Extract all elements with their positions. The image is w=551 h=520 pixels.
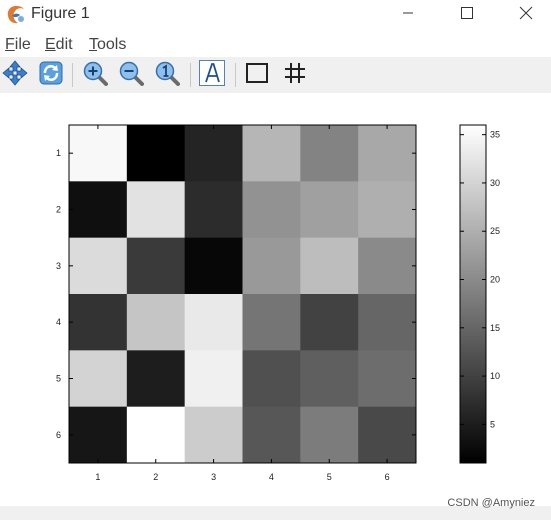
colorbar [459, 124, 487, 464]
figure-canvas: 1 2 3 4 5 6 1 2 3 4 5 6 5 10 15 20 25 30 35 [0, 93, 551, 506]
grid-toggle-icon [282, 60, 308, 91]
heatmap-cell-r4-c3 [184, 294, 243, 351]
window-title: Figure 1 [31, 5, 90, 22]
heatmap-cell-r1-c2 [126, 125, 186, 182]
menu-file[interactable]: File [5, 36, 31, 54]
menu-bar: File Edit Tools [0, 34, 551, 56]
y-tick-label: 6 [56, 430, 61, 440]
heatmap-cell-r5-c1 [69, 350, 128, 408]
heatmap-cell-r1-c3 [184, 125, 243, 182]
heatmap-cell-r3-c6 [358, 237, 417, 295]
close-icon [519, 6, 533, 25]
y-tick-label: 1 [56, 148, 61, 158]
heatmap-cell-r6-c1 [69, 406, 128, 464]
heatmap-cell-r4-c5 [300, 294, 359, 351]
heatmap-cell-r6-c3 [184, 406, 243, 464]
colorbar-tick-label: 10 [490, 371, 500, 381]
x-tick-label: 2 [153, 472, 158, 482]
heatmap-cell-r3-c3 [184, 237, 243, 295]
menu-file-label: ile [14, 36, 31, 53]
pan-button[interactable] [0, 59, 30, 91]
colorbar-tick-label: 20 [490, 275, 500, 285]
y-tick-label: 5 [56, 374, 61, 384]
heatmap-cell-r3-c1 [69, 237, 128, 295]
x-tick-label: 3 [211, 472, 216, 482]
minimize-button[interactable] [385, 0, 431, 30]
watermark: CSDN @Amyniez [447, 497, 535, 509]
zoom-out-icon [118, 60, 144, 91]
y-tick-label: 2 [56, 205, 61, 215]
close-button[interactable] [503, 0, 549, 30]
heatmap-cell-r3-c5 [300, 237, 359, 295]
maximize-button[interactable] [444, 0, 490, 30]
heatmap-cell-r1-c5 [300, 125, 359, 182]
heatmap-cell-r4-c4 [242, 294, 301, 351]
heatmap-cell-r2-c1 [69, 181, 128, 239]
heatmap-cell-r6-c4 [242, 406, 301, 464]
heatmap-cell-r1-c6 [358, 125, 417, 182]
colorbar-tick-label: 5 [490, 419, 495, 429]
toolbar [0, 57, 551, 93]
heatmap-cell-r6-c6 [358, 406, 417, 464]
heatmap-cell-r2-c6 [358, 181, 417, 239]
x-tick-label: 4 [269, 472, 274, 482]
heatmap-cell-r6-c5 [300, 406, 359, 464]
zoom-reset-icon [154, 60, 180, 91]
x-tick-label: 1 [95, 472, 100, 482]
heatmap-cell-r4-c2 [126, 294, 186, 351]
menu-tools[interactable]: Tools [89, 36, 126, 54]
colorbar-tick-label: 30 [490, 178, 500, 188]
heatmap-cell-r4-c1 [69, 294, 128, 351]
colorbar-tick-label: 35 [490, 130, 500, 140]
rotate-button[interactable] [36, 60, 66, 90]
heatmap-cell-r2-c3 [184, 181, 243, 239]
heatmap-cell-r2-c2 [126, 181, 186, 239]
menu-tools-mnemonic: T [89, 36, 97, 53]
menu-tools-label: ools [97, 36, 127, 53]
heatmap-cell-r3-c2 [126, 237, 186, 295]
heatmap-cell-r5-c3 [184, 350, 243, 408]
menu-file-mnemonic: F [5, 36, 15, 53]
heatmap-cell-r5-c6 [358, 350, 417, 408]
colorbar-tick-label: 15 [490, 323, 500, 333]
zoom-out-button[interactable] [116, 60, 146, 90]
octave-app-icon [6, 5, 26, 25]
heatmap-cell-r5-c2 [126, 350, 186, 408]
grid-toggle-button[interactable] [280, 60, 310, 90]
colorbar-tick-label: 25 [490, 226, 500, 236]
y-tick-label: 4 [56, 317, 61, 327]
zoom-reset-button[interactable] [152, 60, 182, 90]
rotate-icon [38, 60, 64, 91]
toolbar-separator [190, 63, 191, 87]
x-tick-label: 6 [385, 472, 390, 482]
x-tick-label: 5 [327, 472, 332, 482]
title-bar: Figure 1 [0, 0, 551, 30]
menu-edit-mnemonic: E [45, 36, 56, 53]
heatmap-cell-r4-c6 [358, 294, 417, 351]
heatmap-cell-r5-c4 [242, 350, 301, 408]
menu-edit-label: dit [55, 36, 73, 53]
heatmap-cell-r6-c2 [126, 406, 186, 464]
zoom-in-icon [82, 60, 108, 91]
heatmap-cell-r1-c4 [242, 125, 301, 182]
pan-icon [2, 59, 28, 91]
y-tick-label: 3 [56, 261, 61, 271]
toolbar-separator [72, 63, 73, 87]
minimize-icon [402, 6, 414, 24]
heatmap-cell-r3-c4 [242, 237, 301, 295]
menu-edit[interactable]: Edit [45, 36, 73, 54]
heatmap-cell-r5-c5 [300, 350, 359, 408]
box-toggle-button[interactable] [242, 60, 272, 90]
text-insert-icon [198, 59, 226, 92]
heatmap-cell-r1-c1 [69, 125, 128, 182]
maximize-icon [461, 6, 473, 24]
box-toggle-icon [244, 60, 270, 91]
heatmap-cell-r2-c4 [242, 181, 301, 239]
zoom-in-button[interactable] [80, 60, 110, 90]
heatmap-cell-r2-c5 [300, 181, 359, 239]
heatmap-chart: 1 2 3 4 5 6 1 2 3 4 5 6 5 10 15 20 25 30 35 [56, 124, 500, 482]
text-insert-button[interactable] [197, 59, 227, 92]
toolbar-separator [235, 63, 236, 87]
